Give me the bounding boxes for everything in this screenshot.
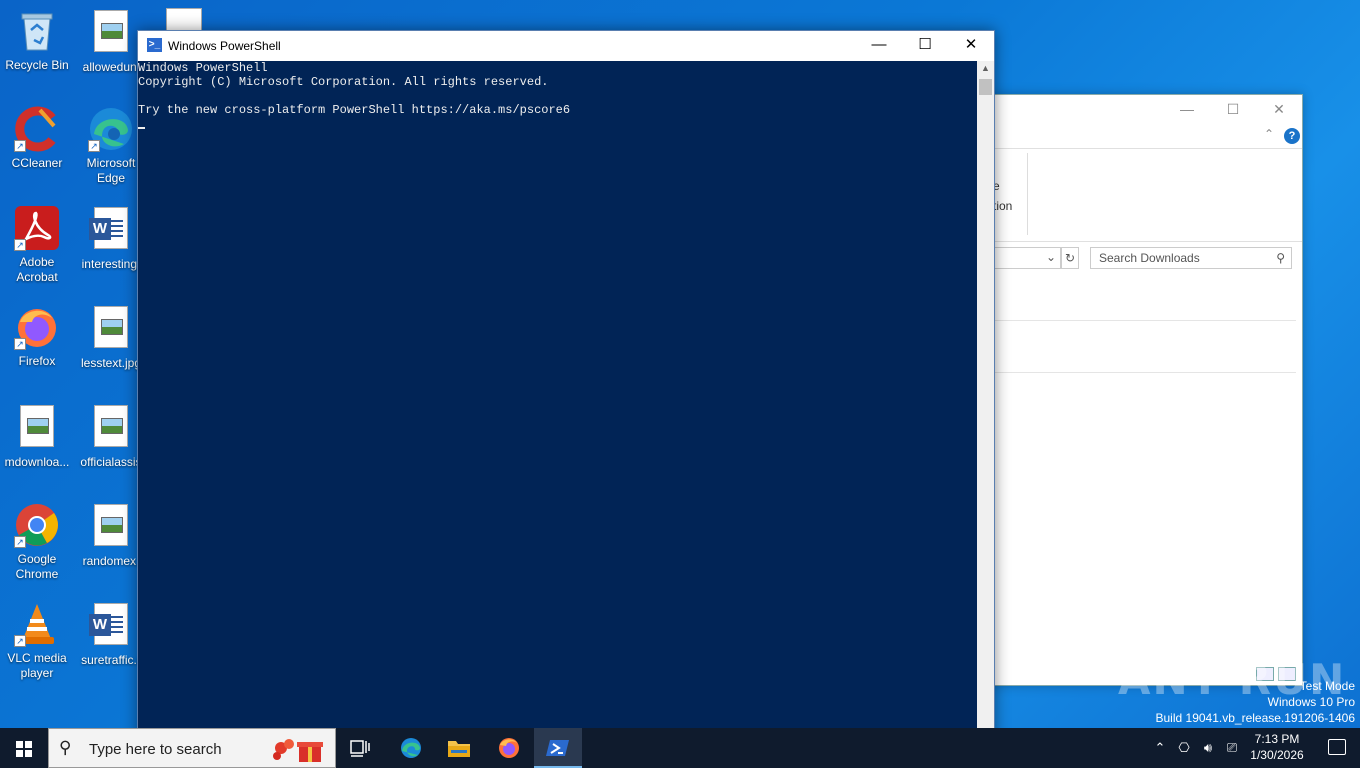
desktop-icon-label: CCleaner xyxy=(11,156,63,170)
collapse-ribbon-icon[interactable]: ⌃ xyxy=(1264,127,1274,141)
folder-icon xyxy=(448,741,470,757)
firefox-icon: ↗ xyxy=(14,304,60,350)
image-file-icon xyxy=(14,405,60,451)
shortcut-arrow-icon: ↗ xyxy=(14,140,26,152)
task-view-button[interactable] xyxy=(336,728,384,768)
network-icon[interactable]: ⎚ xyxy=(1222,728,1242,768)
desktop-icon-label: Firefox xyxy=(18,354,56,368)
divider xyxy=(991,372,1296,373)
search-placeholder: Search Downloads xyxy=(1099,251,1200,265)
maximize-button[interactable]: ☐ xyxy=(902,31,948,61)
desktop-icon-mdownload[interactable]: mdownloa... xyxy=(0,403,74,470)
word-document-icon: W xyxy=(88,603,134,649)
watermark-line: Build 19041.vb_release.191206-1406 xyxy=(1155,711,1356,725)
firefox-icon xyxy=(499,738,519,758)
powershell-window[interactable]: >_ Windows PowerShell — ☐ ✕ Windows Powe… xyxy=(137,30,995,748)
desktop-icon-label: Google Chrome xyxy=(15,552,59,581)
clock-date: 1/30/2026 xyxy=(1250,748,1304,762)
shortcut-arrow-icon: ↗ xyxy=(14,536,26,548)
minimize-button[interactable]: — xyxy=(1164,95,1210,123)
windows-logo-icon xyxy=(16,741,32,757)
word-document-icon: W xyxy=(88,207,134,253)
taskbar-firefox[interactable] xyxy=(485,728,533,768)
task-view-icon xyxy=(350,740,370,757)
taskbar-clock[interactable]: 7:13 PM 1/30/2026 xyxy=(1244,731,1310,763)
help-icon[interactable]: ? xyxy=(1284,128,1300,144)
divider xyxy=(991,148,1302,149)
divider xyxy=(1027,153,1028,235)
clock-time: 7:13 PM xyxy=(1254,732,1300,746)
desktop-icon-label: VLC media player xyxy=(7,651,67,680)
console-line: Copyright (C) Microsoft Corporation. All… xyxy=(138,75,549,89)
shortcut-arrow-icon: ↗ xyxy=(14,635,26,647)
desktop-icon-google-chrome[interactable]: ↗ Google Chrome xyxy=(0,502,74,582)
window-title: Windows PowerShell xyxy=(168,39,281,53)
ribbon-label: tion xyxy=(993,199,1013,213)
search-placeholder: Type here to search xyxy=(89,741,222,758)
close-button[interactable]: ✕ xyxy=(1256,95,1302,123)
word-document-icon[interactable] xyxy=(166,8,202,32)
powershell-icon: >_ xyxy=(147,38,162,52)
desktop-icon-label: Recycle Bin xyxy=(5,58,69,72)
desktop-icon-recycle-bin[interactable]: Recycle Bin xyxy=(0,8,74,73)
title-bar[interactable]: >_ Windows PowerShell — ☐ ✕ xyxy=(138,31,994,61)
taskbar: ⚲ Type here to search ⌃ ⎔ 🔊︎ ⎚ 7:13 PM 1… xyxy=(0,728,1360,768)
taskbar-edge[interactable] xyxy=(387,728,435,768)
maximize-button[interactable]: ☐ xyxy=(1210,95,1256,123)
shortcut-arrow-icon: ↗ xyxy=(14,338,26,350)
image-file-icon xyxy=(88,504,134,550)
meet-now-icon[interactable]: ⎔ xyxy=(1174,728,1194,768)
acrobat-icon: ↗ xyxy=(14,205,60,251)
address-bar[interactable]: ⌄ xyxy=(991,247,1061,269)
close-button[interactable]: ✕ xyxy=(948,31,994,61)
gift-flowers-icon xyxy=(273,739,323,762)
notifications-icon[interactable] xyxy=(1328,739,1346,755)
divider xyxy=(991,241,1302,242)
edge-icon: ↗ xyxy=(88,106,134,152)
search-icon: ⚲ xyxy=(59,738,72,757)
taskbar-file-explorer[interactable] xyxy=(435,728,483,768)
desktop-icon-firefox[interactable]: ↗ Firefox xyxy=(0,304,74,369)
shortcut-arrow-icon: ↗ xyxy=(14,239,26,251)
console-line: Windows PowerShell xyxy=(138,61,268,75)
edge-icon xyxy=(401,738,421,758)
test-mode-watermark: Test Mode Windows 10 Pro Build 19041.vb_… xyxy=(1156,678,1356,726)
console-output[interactable]: Windows PowerShell Copyright (C) Microsof… xyxy=(138,61,977,747)
refresh-button[interactable]: ↻ xyxy=(1061,247,1079,269)
text-cursor xyxy=(138,117,977,133)
watermark-line: Test Mode xyxy=(1299,679,1355,693)
file-explorer-window[interactable]: — ☐ ✕ ⌃ ? e tion ⌄ ↻ Search Downloads ⚲ xyxy=(990,94,1303,686)
start-button[interactable] xyxy=(0,728,48,768)
desktop-icon-label: mdownloa... xyxy=(4,455,70,469)
show-hidden-icons-chevron-icon[interactable]: ⌃ xyxy=(1150,728,1170,768)
image-file-icon xyxy=(88,10,134,56)
image-file-icon xyxy=(88,405,134,451)
recycle-bin-icon xyxy=(14,8,60,54)
scrollbar-thumb[interactable] xyxy=(979,79,992,95)
shortcut-arrow-icon: ↗ xyxy=(88,140,100,152)
scroll-up-icon[interactable]: ▲ xyxy=(977,63,994,73)
powershell-icon xyxy=(546,740,569,756)
search-downloads-input[interactable]: Search Downloads ⚲ xyxy=(1090,247,1292,269)
desktop-icon-adobe-acrobat[interactable]: ↗ Adobe Acrobat xyxy=(0,205,74,285)
desktop-icon-ccleaner[interactable]: ↗ CCleaner xyxy=(0,106,74,171)
chrome-icon: ↗ xyxy=(14,502,60,548)
console-line: Try the new cross-platform PowerShell ht… xyxy=(138,103,571,117)
ccleaner-icon: ↗ xyxy=(14,106,60,152)
search-icon: ⚲ xyxy=(1276,251,1285,265)
minimize-button[interactable]: — xyxy=(856,31,902,61)
vlc-icon: ↗ xyxy=(14,601,60,647)
watermark-line: Windows 10 Pro xyxy=(1267,695,1355,709)
volume-icon[interactable]: 🔊︎ xyxy=(1198,728,1218,768)
vertical-scrollbar[interactable]: ▲ ▼ xyxy=(977,61,994,747)
desktop-icon-vlc[interactable]: ↗ VLC media player xyxy=(0,601,74,681)
desktop-icon-label: Adobe Acrobat xyxy=(16,255,58,284)
taskbar-search-box[interactable]: ⚲ Type here to search xyxy=(48,728,336,768)
chevron-down-icon[interactable]: ⌄ xyxy=(1046,250,1056,264)
console-line: ​ xyxy=(138,89,977,103)
taskbar-powershell[interactable] xyxy=(534,728,582,768)
image-file-icon xyxy=(88,306,134,352)
divider xyxy=(991,320,1296,321)
